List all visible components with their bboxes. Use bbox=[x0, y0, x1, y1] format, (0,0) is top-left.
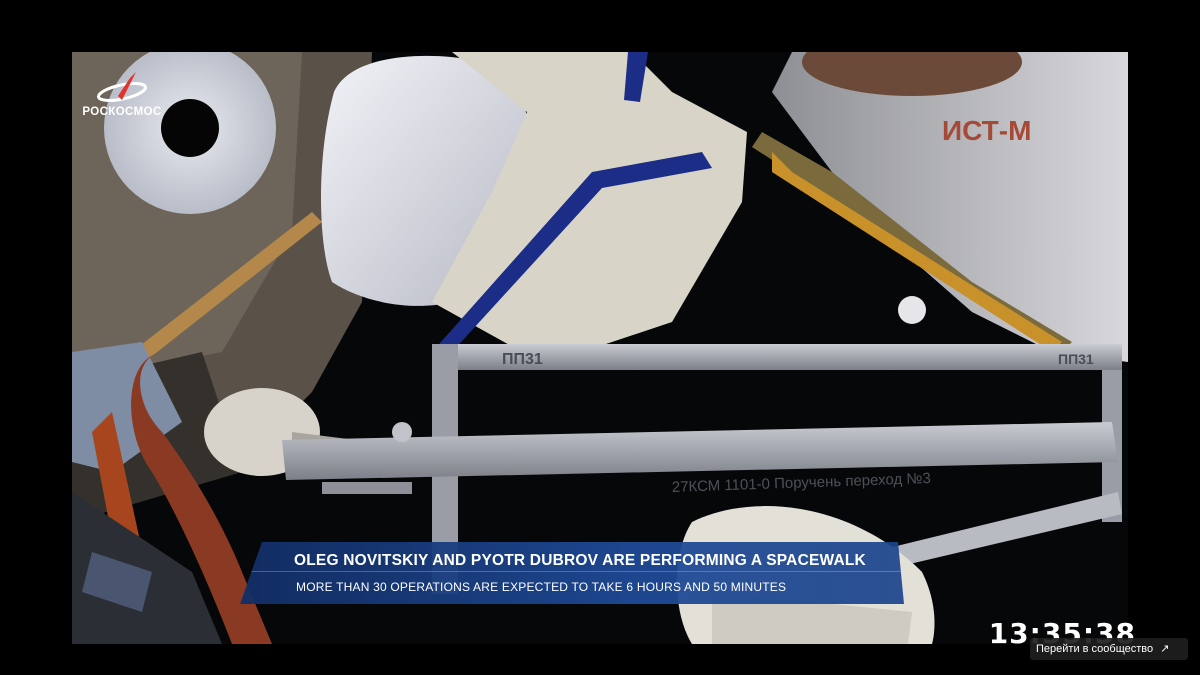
community-link-label: Перейти в сообщество bbox=[1036, 643, 1154, 655]
svg-text:ИСТ-М: ИСТ-М bbox=[942, 115, 1031, 146]
roscosmos-rocket-icon bbox=[96, 72, 148, 102]
roscosmos-logo: РОСКОСМОС bbox=[72, 70, 172, 118]
go-to-community-button[interactable]: Перейти в сообщество ↗ bbox=[1030, 638, 1188, 660]
svg-text:ПП31: ПП31 bbox=[502, 351, 543, 368]
logo-text: РОСКОСМОС bbox=[82, 106, 162, 118]
arrow-up-right-icon: ↗ bbox=[1160, 643, 1170, 655]
banner-subline: MORE THAN 30 OPERATIONS ARE EXPECTED TO … bbox=[296, 580, 787, 594]
video-frame[interactable]: ИСТ-М ПП31 ПП31 27КСМ 1101-0 Поручень пе… bbox=[72, 52, 1128, 644]
svg-text:ПП31: ПП31 bbox=[1058, 351, 1094, 367]
news-banner: OLEG NOVITSKIY AND PYOTR DUBROV ARE PERF… bbox=[240, 542, 904, 604]
banner-headline: OLEG NOVITSKIY AND PYOTR DUBROV ARE PERF… bbox=[294, 552, 866, 569]
